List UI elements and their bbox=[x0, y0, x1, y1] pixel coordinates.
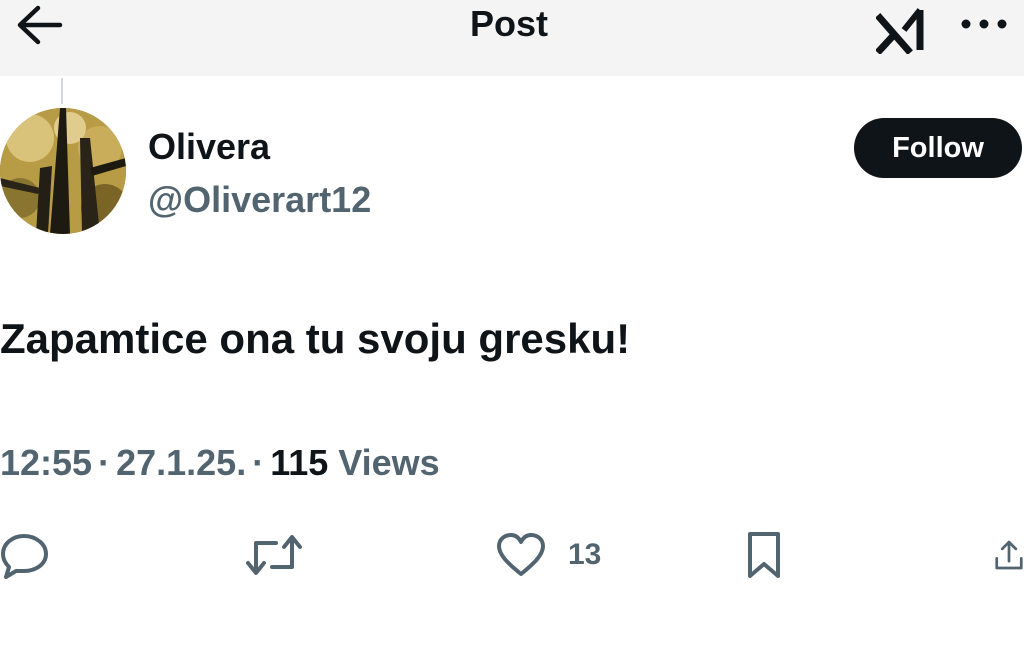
like-count: 13 bbox=[568, 538, 602, 571]
post-time[interactable]: 12:55 bbox=[0, 442, 92, 483]
arrow-left-icon bbox=[17, 5, 63, 45]
share-icon bbox=[995, 540, 1023, 570]
follow-button[interactable]: Follow bbox=[854, 118, 1022, 178]
avatar[interactable] bbox=[0, 108, 126, 234]
grok-button[interactable] bbox=[875, 4, 934, 55]
avatar-photo bbox=[0, 108, 126, 234]
share-button[interactable] bbox=[994, 528, 1024, 582]
post-text: Zapamtice ona tu svoju gresku! bbox=[0, 315, 631, 362]
bookmark-button[interactable] bbox=[744, 528, 794, 582]
top-bar: Post bbox=[0, 0, 1024, 76]
grok-logo-icon bbox=[875, 8, 924, 55]
post-date[interactable]: 27.1.25. bbox=[116, 442, 246, 483]
reply-button[interactable] bbox=[0, 528, 60, 582]
back-button[interactable] bbox=[14, 4, 64, 46]
views-count: 115 bbox=[270, 442, 329, 483]
bookmark-icon bbox=[748, 532, 780, 578]
thread-connector-line bbox=[61, 78, 63, 104]
more-options-button[interactable] bbox=[958, 10, 1010, 38]
page-title: Post bbox=[470, 3, 549, 44]
heart-icon bbox=[497, 533, 545, 576]
views-label: Views bbox=[338, 442, 440, 483]
like-button[interactable]: 13 bbox=[496, 528, 616, 582]
more-horizontal-icon bbox=[961, 19, 1007, 29]
meta-separator: · bbox=[252, 442, 265, 483]
repost-icon bbox=[246, 535, 302, 575]
meta-separator: · bbox=[98, 442, 111, 483]
reply-icon bbox=[1, 534, 48, 579]
author-handle[interactable]: @Oliverart12 bbox=[148, 178, 371, 222]
author-display-name[interactable]: Olivera bbox=[148, 126, 270, 168]
post-meta: 12:55 · 27.1.25. · 115 Views bbox=[0, 440, 440, 486]
repost-button[interactable] bbox=[244, 528, 304, 582]
